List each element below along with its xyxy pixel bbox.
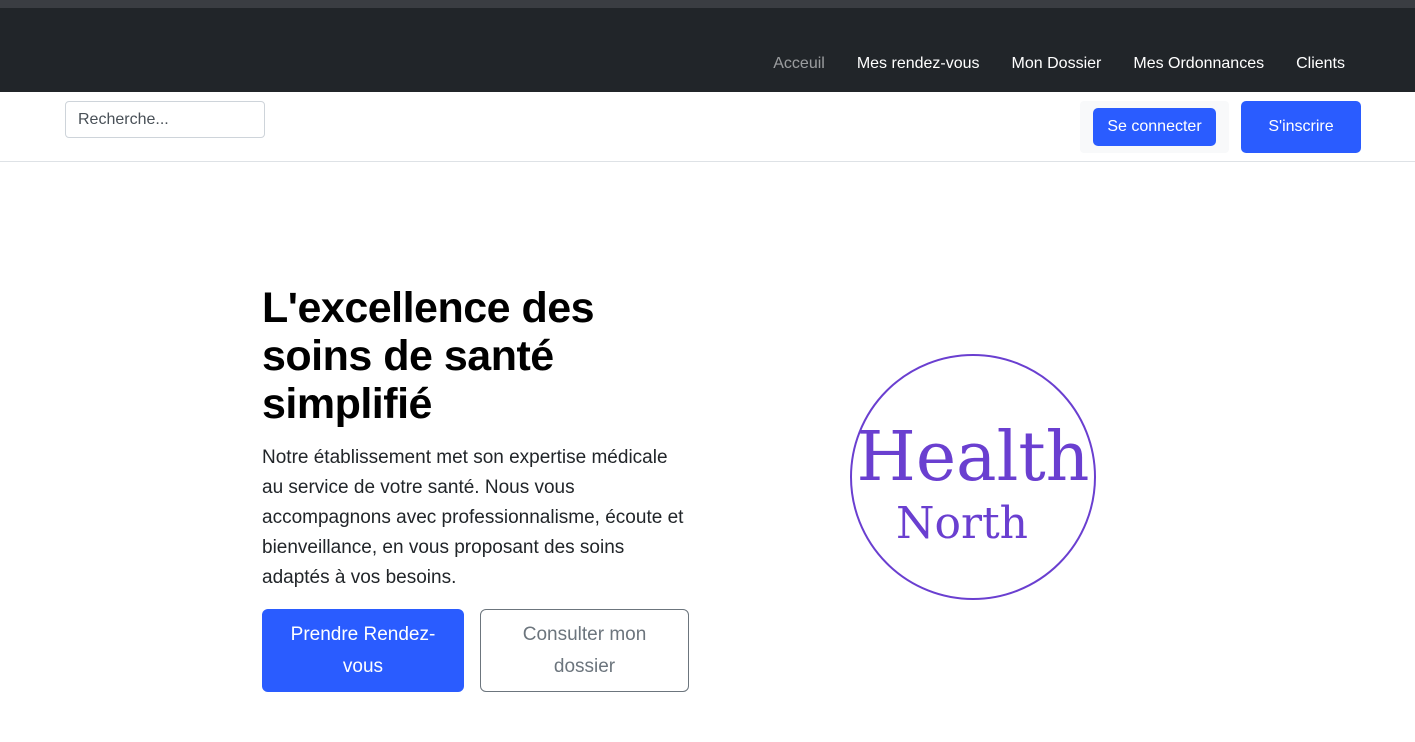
login-button[interactable]: Se connecter (1093, 108, 1216, 146)
nav-link-accueil[interactable]: Acceuil (773, 54, 825, 74)
search-input[interactable] (65, 101, 265, 138)
window-top-strip (0, 0, 1415, 8)
nav-link-dossier[interactable]: Mon Dossier (1012, 54, 1102, 74)
signup-button[interactable]: S'inscrire (1241, 101, 1361, 153)
search-auth-bar: Se connecter S'inscrire (0, 92, 1415, 162)
hero-description: Notre établissement met son expertise mé… (262, 447, 684, 588)
view-record-button[interactable]: Consulter mon dossier (480, 609, 689, 692)
nav-link-ordonnances[interactable]: Mes Ordonnances (1133, 54, 1264, 74)
nav-links: Acceuil Mes rendez-vous Mon Dossier Mes … (773, 54, 1345, 74)
nav-link-clients[interactable]: Clients (1296, 54, 1345, 74)
top-navbar: Acceuil Mes rendez-vous Mon Dossier Mes … (0, 8, 1415, 92)
login-wrapper: Se connecter (1080, 101, 1229, 153)
hero-title: L'excellence des soins de santé simplifi… (262, 284, 595, 428)
logo-text-line2: North (896, 498, 1028, 549)
nav-link-rendez-vous[interactable]: Mes rendez-vous (857, 54, 980, 74)
logo-text-line1: Health (857, 418, 1090, 497)
health-north-logo: Health North (850, 354, 1096, 600)
book-appointment-button[interactable]: Prendre Rendez-vous (262, 609, 464, 692)
